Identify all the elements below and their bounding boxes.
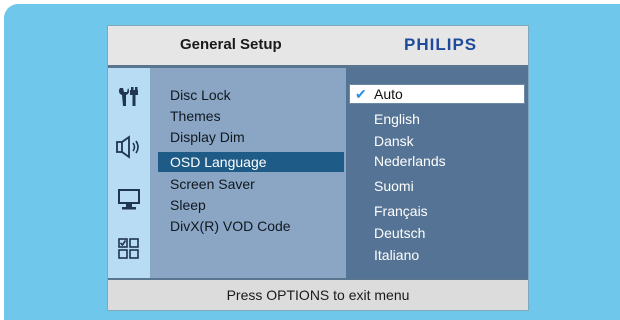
grid-icon[interactable] [114,234,144,264]
option-auto[interactable]: ✔ Auto [349,84,525,104]
menu-item-display-dim[interactable]: Display Dim [158,127,344,147]
menu-item-disc-lock[interactable]: Disc Lock [158,85,344,105]
option-italiano[interactable]: Italiano [346,245,528,265]
menu-item-osd-language[interactable]: OSD Language [158,152,344,172]
option-francais[interactable]: Français [346,201,528,221]
option-nederlands[interactable]: Nederlands [346,151,528,171]
menu-header: General Setup PHILIPS [108,26,528,66]
language-options-list: ✔ Auto English Dansk Nederlands Suomi Fr… [346,68,528,299]
menu-item-divx-vod-code[interactable]: DivX(R) VOD Code [158,216,344,236]
option-suomi[interactable]: Suomi [346,176,528,196]
setup-menu-window: General Setup PHILIPS Disc Lock Themes D… [108,26,528,310]
settings-menu: Disc Lock Themes Display Dim OSD Languag… [150,68,346,278]
menu-item-themes[interactable]: Themes [158,106,344,126]
tools-icon[interactable] [114,82,144,112]
menu-item-screen-saver[interactable]: Screen Saver [158,174,344,194]
monitor-icon[interactable] [114,184,144,214]
option-dansk[interactable]: Dansk [346,131,528,151]
speaker-icon[interactable] [114,132,144,162]
brand-logo: PHILIPS [404,35,478,54]
page-title: General Setup [180,36,282,53]
option-label: Auto [374,86,403,102]
category-icon-bar [108,68,150,278]
footer-hint: Press OPTIONS to exit menu [108,280,528,310]
option-deutsch[interactable]: Deutsch [346,223,528,243]
checkmark-icon: ✔ [355,86,367,102]
option-english[interactable]: English [346,109,528,129]
menu-item-sleep[interactable]: Sleep [158,195,344,215]
